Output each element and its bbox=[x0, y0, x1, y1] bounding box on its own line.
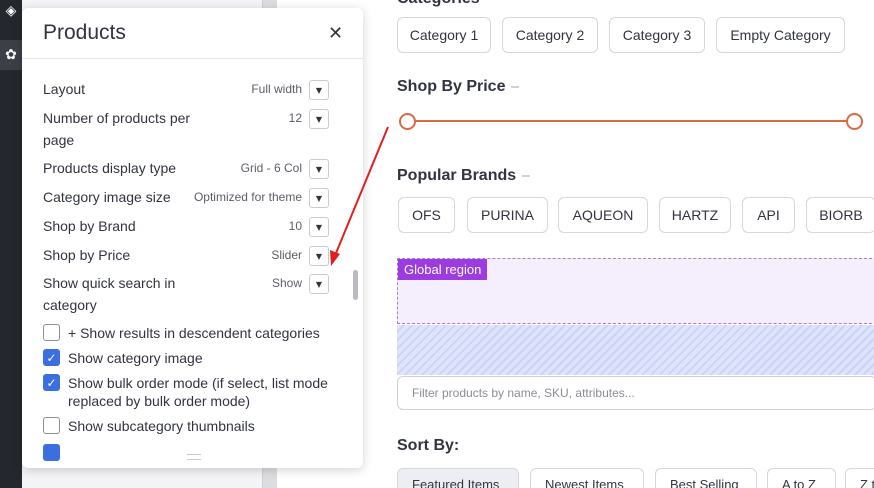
setting-label-shop-by-brand: Shop by Brand bbox=[43, 218, 136, 234]
layers-icon[interactable]: ◈ bbox=[0, 0, 22, 26]
setting-value-products-per-page: 12 bbox=[288, 111, 302, 125]
price-slider-track[interactable] bbox=[405, 120, 854, 122]
setting-label-quick-search: Show quick search in category bbox=[43, 275, 176, 313]
setting-label-products-per-page: Number of products per page bbox=[43, 110, 191, 148]
checkbox-label: + Show results in descendent categories bbox=[68, 325, 320, 341]
checkbox-label: Show category image bbox=[68, 350, 203, 366]
categories-title: Categories bbox=[397, 0, 480, 8]
setting-value-quick-search: Show bbox=[271, 276, 302, 290]
chevron-down-icon[interactable]: ▼ bbox=[309, 217, 329, 237]
category-button[interactable]: Category 1 bbox=[397, 17, 491, 53]
setting-value-layout: Full width bbox=[251, 82, 302, 96]
drop-zone-placeholder bbox=[397, 325, 874, 375]
price-slider-max-handle[interactable] bbox=[846, 113, 863, 130]
brand-button[interactable]: BIORB bbox=[806, 197, 874, 233]
editor-left-toolbar: ◈ ✿ bbox=[0, 0, 22, 488]
sort-option-button[interactable]: Z t bbox=[845, 468, 874, 488]
brand-button[interactable]: AQUEON bbox=[558, 197, 648, 233]
shop-by-price-title: Shop By Price bbox=[397, 78, 520, 96]
resize-handle-icon[interactable] bbox=[187, 454, 201, 460]
setting-value-shop-by-brand: 10 bbox=[288, 219, 302, 233]
sort-option-button[interactable]: Featured Items bbox=[397, 468, 519, 488]
price-slider-min-handle[interactable] bbox=[399, 113, 416, 130]
chevron-down-icon[interactable]: ▼ bbox=[309, 159, 329, 179]
setting-value-category-image-size: Optimized for theme bbox=[193, 190, 302, 204]
category-button[interactable]: Category 3 bbox=[609, 17, 705, 53]
chevron-down-icon[interactable]: ▼ bbox=[309, 188, 329, 208]
checkbox-bulk-order-mode[interactable]: ✓ bbox=[43, 374, 60, 391]
sort-option-button[interactable]: Best Selling bbox=[655, 468, 757, 488]
global-region[interactable]: Global region bbox=[397, 258, 874, 324]
chevron-down-icon[interactable]: ▼ bbox=[309, 246, 329, 266]
setting-label-layout: Layout bbox=[43, 81, 86, 97]
setting-value-shop-by-price: Slider bbox=[271, 248, 302, 262]
checkbox-label: Show bulk order mode (if select, list mo… bbox=[68, 375, 328, 409]
sort-option-button[interactable]: A to Z bbox=[767, 468, 836, 488]
chevron-down-icon[interactable]: ▼ bbox=[309, 80, 329, 100]
page-preview: Categories Category 1 Category 2 Categor… bbox=[277, 0, 874, 488]
theme-styles-icon[interactable]: ✿ bbox=[0, 40, 22, 70]
brand-button[interactable]: HARTZ bbox=[659, 197, 731, 233]
popular-brands-title: Popular Brands bbox=[397, 167, 531, 185]
checkbox-descendent-categories[interactable] bbox=[43, 324, 60, 341]
chevron-down-icon[interactable]: ▼ bbox=[309, 109, 329, 129]
checkbox-label: Show subcategory thumbnails bbox=[68, 418, 255, 434]
global-region-label: Global region bbox=[398, 259, 488, 280]
setting-label-category-image-size: Category image size bbox=[43, 189, 171, 205]
product-filter-input[interactable] bbox=[397, 376, 874, 410]
panel-scrollbar[interactable] bbox=[353, 270, 358, 300]
checkbox-category-image[interactable]: ✓ bbox=[43, 349, 60, 366]
brand-button[interactable]: PURINA bbox=[467, 197, 548, 233]
checkbox-subcategory-thumbnails[interactable] bbox=[43, 417, 60, 434]
sort-option-button[interactable]: Newest Items bbox=[530, 468, 644, 488]
close-icon[interactable]: ✕ bbox=[328, 23, 343, 44]
setting-value-display-type: Grid - 6 Col bbox=[240, 161, 302, 175]
chevron-down-icon[interactable]: ▼ bbox=[309, 274, 329, 294]
brand-button[interactable]: API bbox=[742, 197, 795, 233]
sort-by-title: Sort By: bbox=[397, 437, 460, 454]
panel-title: Products bbox=[43, 21, 126, 44]
setting-label-shop-by-price: Shop by Price bbox=[43, 247, 131, 263]
category-button[interactable]: Category 2 bbox=[502, 17, 598, 53]
category-button[interactable]: Empty Category bbox=[716, 17, 845, 53]
brand-button[interactable]: OFS bbox=[398, 197, 455, 233]
checkbox-partial[interactable] bbox=[43, 444, 60, 461]
setting-label-display-type: Products display type bbox=[43, 160, 177, 176]
products-settings-panel: Products ✕ Layout Full width ▼ Number of… bbox=[22, 8, 363, 468]
panel-header-divider bbox=[22, 58, 363, 59]
